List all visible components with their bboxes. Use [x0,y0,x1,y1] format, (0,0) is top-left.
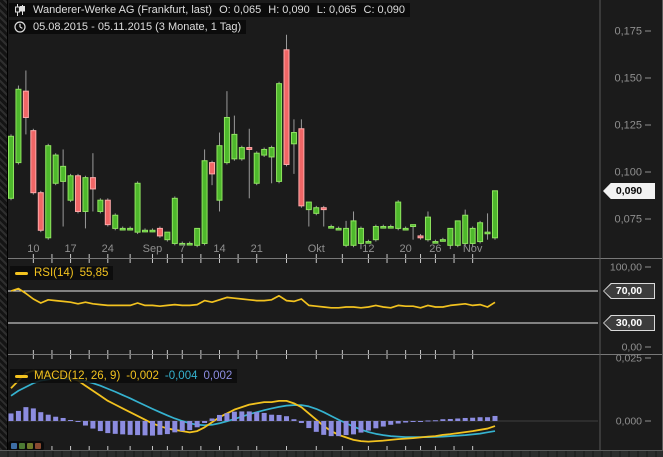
chart-canvas[interactable]: 0,175 0,150 0,125 0,100 0,075 10 17 24 Sep 7 14 21 O… [0,0,663,457]
clock-icon [14,21,26,33]
svg-text:21: 21 [251,243,263,255]
indicator-button-olive[interactable] [27,443,33,449]
period-header: 05.08.2015 - 05.11.2015 (3 Monate, 1 Tag… [9,20,247,34]
svg-text:0,175: 0,175 [614,26,642,38]
rsi-lower-level-tag: 30,00 [603,315,655,331]
bottom-resize-bar[interactable] [0,450,663,457]
close-label: C: [363,4,375,16]
left-resize-grip[interactable] [0,0,8,457]
rsi-value: 55,85 [79,267,109,279]
indicator-button-green[interactable] [19,443,25,449]
svg-text:10: 10 [27,243,39,255]
last-price-tag-value: 0,090 [604,184,654,198]
svg-text:0,075: 0,075 [614,214,642,226]
svg-text:0,150: 0,150 [614,73,642,85]
series-dash-icon [15,271,28,275]
svg-text:7: 7 [179,243,185,255]
series-dash-icon [15,374,28,378]
last-price-tag: 0,090 [603,183,655,199]
svg-text:14: 14 [213,243,225,255]
low-label: L: [316,4,326,16]
rsi-legend[interactable]: RSI(14) 55,85 [10,266,114,280]
svg-text:0,100: 0,100 [614,167,642,179]
candlestick-icon [14,4,26,16]
close-value: 0,090 [377,4,406,16]
chart-application-window: 0,175 0,150 0,125 0,100 0,075 10 17 24 Sep 7 14 21 O… [0,0,663,457]
svg-text:100,00: 100,00 [610,262,642,274]
svg-text:17: 17 [64,243,76,255]
svg-text:0,000: 0,000 [616,416,642,428]
rsi-upper-level-value: 70,00 [604,284,654,298]
svg-text:Sep: Sep [143,243,163,255]
macd-name: MACD(12, 26, 9) [34,370,121,382]
period-range: 05.08.2015 - 05.11.2015 (3 Monate, 1 Tag… [33,21,242,33]
macd-value: -0,002 [126,370,159,382]
svg-text:20: 20 [400,243,412,255]
open-value: 0,065 [233,4,262,16]
rsi-lower-level-value: 30,00 [604,316,654,330]
svg-text:26: 26 [429,243,441,255]
high-value: 0,090 [282,4,310,16]
svg-text:12: 12 [362,243,374,255]
instrument-name: Wanderer-Werke AG (Frankfurt, last) [33,4,213,16]
macd-histogram-value: 0,002 [203,370,233,382]
svg-text:0,125: 0,125 [614,120,642,132]
svg-text:0,025: 0,025 [616,353,642,365]
macd-signal-line [10,377,496,438]
macd-signal-value: -0,004 [164,370,198,382]
indicator-button-red[interactable] [35,443,41,449]
svg-text:Okt: Okt [308,243,325,255]
macd-histogram [8,407,498,437]
high-label: H: [268,4,280,16]
open-label: O: [219,4,231,16]
candle-wicks [10,34,496,250]
rsi-name: RSI(14) [34,267,74,279]
candlesticks-layer [8,49,498,246]
svg-text:24: 24 [102,243,114,255]
low-value: 0,065 [328,4,357,16]
macd-legend[interactable]: MACD(12, 26, 9) -0,002 -0,004 0,002 [10,369,238,383]
time-axis: 10 17 24 Sep 7 14 21 Okt 12 20 26 Nov [27,243,483,255]
svg-text:Nov: Nov [463,243,483,255]
instrument-header: Wanderer-Werke AG (Frankfurt, last) O: 0… [9,3,411,17]
indicator-button-blue[interactable] [11,443,17,449]
rsi-upper-level-tag: 70,00 [603,283,655,299]
